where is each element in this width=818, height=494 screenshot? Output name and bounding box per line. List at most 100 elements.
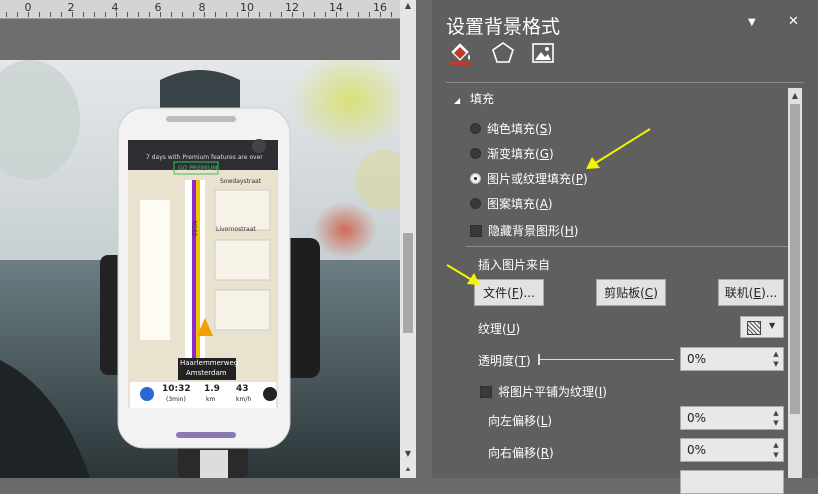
map-distance-value: 1.9 xyxy=(204,384,220,394)
picture-icon xyxy=(532,43,554,63)
radio-button-selected[interactable] xyxy=(470,173,481,184)
transparency-label: 透明度(T) xyxy=(478,354,531,368)
transparency-slider-handle[interactable] xyxy=(538,354,540,365)
ruler-tick xyxy=(193,12,194,17)
transparency-slider-track[interactable] xyxy=(538,359,674,360)
ruler-tick xyxy=(237,12,238,17)
spin-arrows-icon[interactable]: ▲ ▼ xyxy=(771,408,781,428)
texture-swatch-icon xyxy=(747,321,761,335)
scroll-thumb[interactable] xyxy=(403,233,413,333)
ruler-tick xyxy=(72,12,73,17)
fill-section: ◢ 填充 纯色填充(S) 渐变填充(G) 图片或纹理填充(P) 图案填充(A) … xyxy=(446,88,788,494)
slide-editor: 0 2 4 6 8 10 12 14 16 7 days with Premiu… xyxy=(0,0,416,478)
transparency-input[interactable]: 0% ▲ ▼ xyxy=(680,347,784,371)
offset-right-label: 向右偏移(R) xyxy=(488,446,554,460)
ruler-label: 2 xyxy=(67,1,75,14)
active-tab-indicator xyxy=(454,73,468,81)
radio-button[interactable] xyxy=(470,198,481,209)
ruler-tick xyxy=(314,12,315,17)
pane-title: 设置背景格式 xyxy=(446,16,561,38)
ruler-tick xyxy=(347,12,348,17)
checkbox-label: 隐藏背景图形(H) xyxy=(488,224,579,238)
ruler-tick xyxy=(391,12,392,17)
map-distance-unit: km xyxy=(206,396,216,403)
checkbox[interactable] xyxy=(480,385,492,398)
scroll-up-arrow-icon[interactable]: ▲ xyxy=(400,0,416,12)
next-offset-input[interactable] xyxy=(680,470,784,494)
scroll-down-arrow-icon[interactable]: ▼ xyxy=(400,448,416,460)
map-street-label: Livornostraat xyxy=(216,226,256,233)
radio-gradient-fill[interactable]: 渐变填充(G) xyxy=(470,145,554,162)
pane-options-dropdown-icon[interactable]: ▼ xyxy=(748,17,756,28)
checkbox-label: 将图片平铺为纹理(I) xyxy=(498,385,607,399)
offset-right-input[interactable]: 0% ▲ ▼ xyxy=(680,438,784,462)
radio-picture-texture-fill[interactable]: 图片或纹理填充(P) xyxy=(470,170,588,187)
texture-label: 纹理(U) xyxy=(478,322,521,336)
background-photo[interactable]: 7 days with Premium features are over GO… xyxy=(0,60,400,478)
pentagon-icon xyxy=(492,42,514,63)
ruler-tick xyxy=(50,12,51,17)
picture-tab[interactable] xyxy=(530,40,560,70)
spin-arrows-icon[interactable]: ▲ ▼ xyxy=(771,440,781,460)
ruler-tick xyxy=(127,12,128,17)
map-eta-value: 10:32 xyxy=(162,384,191,394)
radio-button[interactable] xyxy=(470,148,481,159)
radio-solid-fill[interactable]: 纯色填充(S) xyxy=(470,120,552,137)
radio-button[interactable] xyxy=(470,123,481,134)
checkbox[interactable] xyxy=(470,224,482,237)
ruler-tick xyxy=(182,12,183,17)
fill-tab[interactable] xyxy=(448,40,478,70)
editor-vertical-scrollbar[interactable]: ▲ ▼ ⯅ xyxy=(400,0,416,478)
ruler-tick xyxy=(204,12,205,17)
format-background-pane: 设置背景格式 ▼ ✕ ◢ 填充 纯色填充(S) 渐变填充(G) 图片或纹理填充(… xyxy=(432,0,818,494)
paint-bucket-icon xyxy=(450,43,472,65)
fill-section-header[interactable]: ◢ 填充 xyxy=(454,90,494,107)
insert-picture-from-label: 插入图片来自 xyxy=(478,258,551,272)
scroll-page-icon[interactable]: ⯅ xyxy=(400,464,416,476)
ruler-tick xyxy=(248,12,249,17)
file-button[interactable]: 文件(F)... xyxy=(474,279,544,306)
ruler-tick xyxy=(369,12,370,17)
offset-left-input[interactable]: 0% ▲ ▼ xyxy=(680,406,784,430)
map-street-label: Sowdaystraat xyxy=(220,178,262,185)
map-destination-line2: Amsterdam xyxy=(186,369,227,377)
ruler-tick xyxy=(39,12,40,17)
close-icon[interactable]: ✕ xyxy=(788,14,799,29)
ruler-tick xyxy=(138,12,139,17)
radio-pattern-fill[interactable]: 图案填充(A) xyxy=(470,195,553,212)
pane-tab-strip xyxy=(446,40,804,83)
fill-section-title: 填充 xyxy=(469,92,494,106)
ruler-tick xyxy=(149,12,150,17)
tile-as-texture-checkbox[interactable]: 将图片平铺为纹理(I) xyxy=(480,383,607,400)
online-button[interactable]: 联机(E)... xyxy=(718,279,784,306)
ruler-tick xyxy=(215,12,216,17)
horizontal-ruler: 0 2 4 6 8 10 12 14 16 xyxy=(0,0,400,19)
map-eta-sub: (3min) xyxy=(166,396,186,403)
ruler-tick xyxy=(160,12,161,17)
pane-vertical-scrollbar[interactable]: ▲ xyxy=(788,88,802,478)
scroll-thumb[interactable] xyxy=(790,104,800,414)
radio-label: 渐变填充(G) xyxy=(487,147,554,161)
map-promo-text: 7 days with Premium features are over xyxy=(146,154,263,161)
offset-left-label: 向左偏移(L) xyxy=(488,414,553,428)
radio-label: 图片或纹理填充(P) xyxy=(487,172,588,186)
ruler-tick xyxy=(292,12,293,17)
ruler-tick xyxy=(259,12,260,17)
ruler-tick xyxy=(380,12,381,17)
ruler-tick xyxy=(105,12,106,17)
clipboard-button[interactable]: 剪贴板(C) xyxy=(596,279,666,306)
texture-picker[interactable]: ▼ xyxy=(740,316,784,338)
spin-arrows-icon[interactable]: ▲ ▼ xyxy=(771,349,781,369)
hide-background-graphics-checkbox[interactable]: 隐藏背景图形(H) xyxy=(470,222,578,239)
scroll-up-arrow-icon[interactable]: ▲ xyxy=(788,90,802,102)
map-road-label: N102 xyxy=(190,220,198,237)
ruler-tick xyxy=(303,12,304,17)
ruler-tick xyxy=(171,12,172,17)
ruler-tick xyxy=(270,12,271,17)
map-destination-line1: Haarlemmerweg xyxy=(180,359,239,367)
effects-tab[interactable] xyxy=(490,40,520,70)
ruler-tick xyxy=(6,12,7,17)
ruler-label: 10 xyxy=(240,1,254,14)
ruler-tick xyxy=(28,12,29,17)
ruler-tick xyxy=(226,12,227,17)
